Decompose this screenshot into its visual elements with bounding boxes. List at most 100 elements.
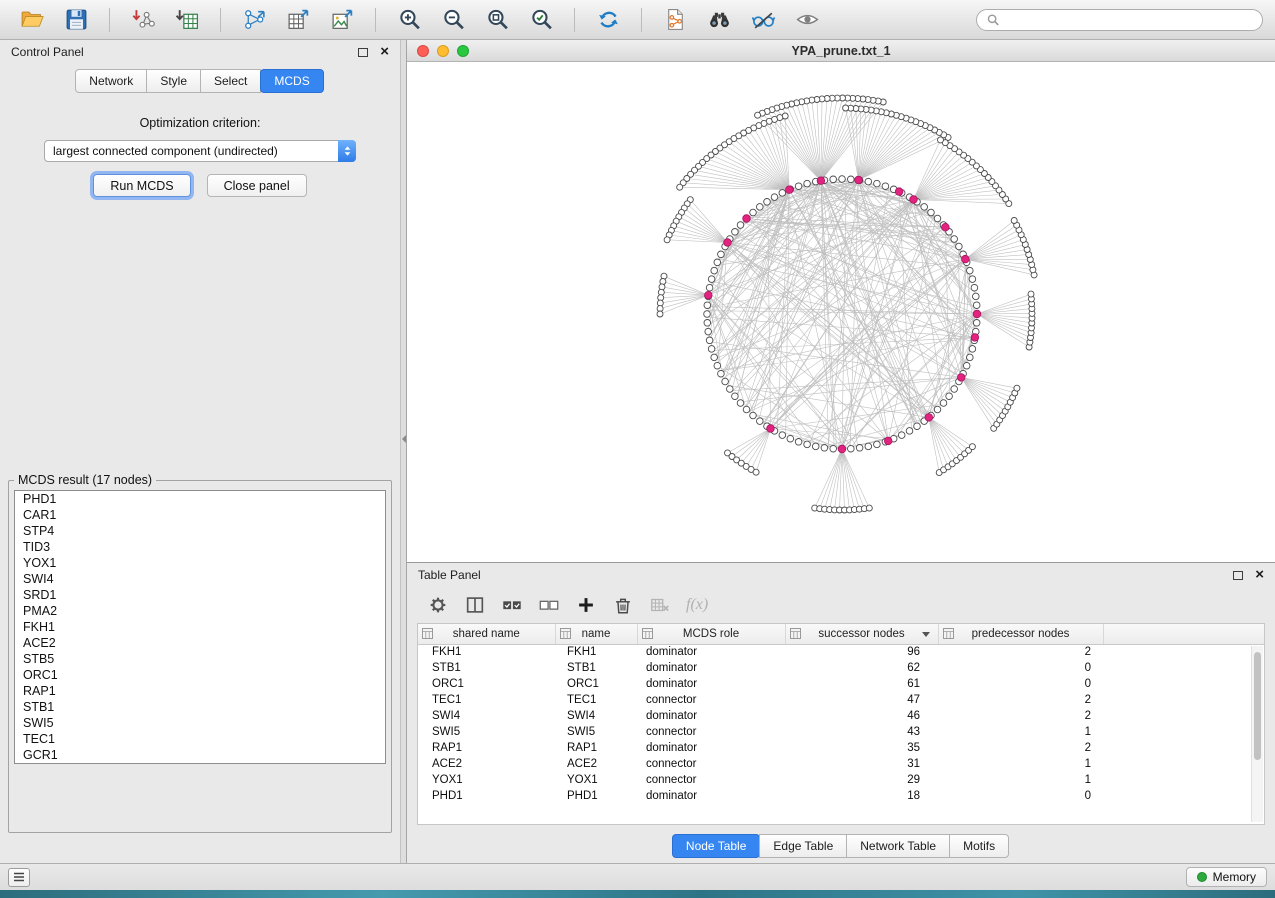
close-panel-icon[interactable]: × — [380, 46, 389, 58]
result-node-item[interactable]: TID3 — [15, 539, 385, 555]
result-node-item[interactable]: STB5 — [15, 651, 385, 667]
table-row[interactable]: ORC1ORC1dominator610 — [418, 676, 1264, 692]
search-network-button[interactable] — [699, 4, 739, 36]
table-scrollbar[interactable] — [1251, 646, 1263, 822]
table-row[interactable]: ACE2ACE2connector311 — [418, 756, 1264, 772]
table-row[interactable]: FKH1FKH1dominator962 — [418, 644, 1264, 660]
maximize-window-icon[interactable] — [457, 45, 469, 57]
import-network-button[interactable] — [123, 4, 163, 36]
tab-style[interactable]: Style — [146, 69, 201, 93]
zoom-in-button[interactable] — [389, 4, 429, 36]
result-node-item[interactable]: TEC1 — [15, 731, 385, 747]
network-canvas[interactable] — [407, 62, 1275, 562]
zoom-fit-button[interactable] — [477, 4, 517, 36]
show-columns-icon[interactable] — [464, 594, 486, 616]
zoom-out-button[interactable] — [433, 4, 473, 36]
column-type-icon — [422, 628, 433, 642]
mcds-result-list[interactable]: PHD1CAR1STP4TID3YOX1SWI4SRD1PMA2FKH1ACE2… — [14, 490, 386, 764]
result-node-item[interactable]: PHD1 — [15, 491, 385, 507]
tab-edge-table[interactable]: Edge Table — [759, 834, 847, 858]
splitter-collapse-icon[interactable] — [402, 435, 406, 443]
close-window-icon[interactable] — [417, 45, 429, 57]
zoom-selected-icon — [529, 7, 554, 32]
table-row[interactable]: STB1STB1dominator620 — [418, 660, 1264, 676]
tab-mcds[interactable]: MCDS — [260, 69, 323, 93]
sort-indicator-icon[interactable] — [922, 632, 930, 637]
column-header-name[interactable]: name — [555, 624, 637, 644]
column-header-shared-name[interactable]: shared name — [418, 624, 555, 644]
task-history-button[interactable] — [8, 868, 30, 887]
save-icon — [64, 7, 89, 32]
column-header-mcds-role[interactable]: MCDS role — [637, 624, 785, 644]
control-panel-header: Control Panel × — [0, 40, 400, 64]
column-header-predecessor-nodes[interactable]: predecessor nodes — [938, 624, 1103, 644]
export-network-button[interactable] — [234, 4, 274, 36]
deselect-all-icon[interactable] — [538, 594, 560, 616]
column-header-successor-nodes[interactable]: successor nodes — [785, 624, 938, 644]
right-area: YPA_prune.txt_1 Table Panel × — [407, 40, 1275, 863]
result-node-item[interactable]: STB1 — [15, 699, 385, 715]
result-node-item[interactable]: FKH1 — [15, 619, 385, 635]
result-node-item[interactable]: STP4 — [15, 523, 385, 539]
table-row[interactable]: RAP1RAP1dominator352 — [418, 740, 1264, 756]
result-node-item[interactable]: SRD1 — [15, 587, 385, 603]
zoom-out-icon — [441, 7, 466, 32]
tab-select[interactable]: Select — [200, 69, 261, 93]
float-panel-icon[interactable] — [1233, 571, 1243, 580]
table-row[interactable]: PHD1PHD1dominator180 — [418, 788, 1264, 804]
memory-status-icon — [1197, 872, 1207, 882]
export-network-icon — [242, 7, 267, 32]
export-document-button[interactable] — [655, 4, 695, 36]
export-image-button[interactable] — [322, 4, 362, 36]
refresh-icon — [596, 7, 621, 32]
control-panel-tabbar: Network Style Select MCDS — [0, 64, 400, 102]
document-share-icon — [663, 7, 688, 32]
result-node-item[interactable]: SWI4 — [15, 571, 385, 587]
filter-view-button[interactable] — [743, 4, 783, 36]
tab-motifs[interactable]: Motifs — [949, 834, 1009, 858]
run-mcds-button[interactable]: Run MCDS — [93, 174, 190, 197]
result-node-item[interactable]: PMA2 — [15, 603, 385, 619]
result-node-item[interactable]: SWI5 — [15, 715, 385, 731]
status-bar: Memory — [0, 863, 1275, 890]
select-all-icon[interactable] — [501, 594, 523, 616]
result-node-item[interactable]: ORC1 — [15, 667, 385, 683]
application-window: Control Panel × Network Style Select MCD… — [0, 0, 1275, 890]
export-table-button[interactable] — [278, 4, 318, 36]
refresh-layout-button[interactable] — [588, 4, 628, 36]
save-session-button[interactable] — [56, 4, 96, 36]
close-panel-button[interactable]: Close panel — [207, 174, 307, 197]
show-hide-button[interactable] — [787, 4, 827, 36]
vertical-splitter[interactable] — [400, 40, 407, 863]
table-row[interactable]: YOX1YOX1connector291 — [418, 772, 1264, 788]
tab-network-table[interactable]: Network Table — [846, 834, 950, 858]
table-row[interactable]: TEC1TEC1connector472 — [418, 692, 1264, 708]
import-table-button[interactable] — [167, 4, 207, 36]
add-column-icon[interactable] — [575, 594, 597, 616]
table-row[interactable]: SWI5SWI5connector431 — [418, 724, 1264, 740]
scrollbar-thumb[interactable] — [1254, 652, 1261, 760]
open-file-button[interactable] — [12, 4, 52, 36]
memory-button[interactable]: Memory — [1186, 867, 1267, 887]
table-row[interactable]: SWI4SWI4dominator462 — [418, 708, 1264, 724]
toolbar-separator — [574, 8, 575, 32]
minimize-window-icon[interactable] — [437, 45, 449, 57]
result-node-item[interactable]: GCR1 — [15, 747, 385, 763]
window-controls — [407, 45, 469, 57]
close-panel-icon[interactable]: × — [1255, 569, 1264, 581]
table-settings-gear-icon[interactable] — [427, 594, 449, 616]
search-input[interactable] — [976, 9, 1263, 31]
tab-node-table[interactable]: Node Table — [672, 834, 761, 858]
result-node-item[interactable]: RAP1 — [15, 683, 385, 699]
column-type-icon — [790, 628, 801, 642]
result-node-item[interactable]: CAR1 — [15, 507, 385, 523]
table-panel: Table Panel × f(x) — [407, 563, 1275, 863]
result-node-item[interactable]: ACE2 — [15, 635, 385, 651]
float-panel-icon[interactable] — [358, 48, 368, 57]
delete-column-icon[interactable] — [612, 594, 634, 616]
table-toolbar: f(x) — [407, 587, 1275, 623]
zoom-selected-button[interactable] — [521, 4, 561, 36]
result-node-item[interactable]: YOX1 — [15, 555, 385, 571]
tab-network[interactable]: Network — [75, 69, 147, 93]
optimization-criterion-select[interactable]: largest connected component (undirected) — [44, 140, 356, 162]
